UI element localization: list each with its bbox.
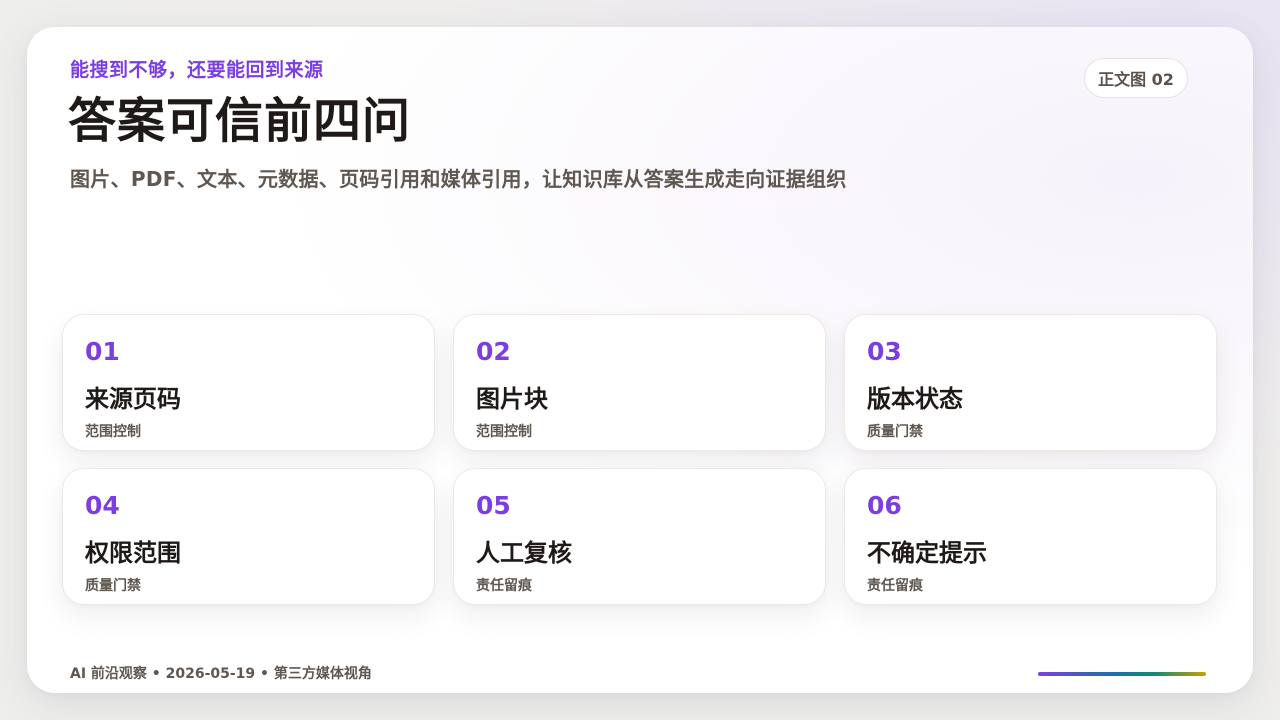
card-number: 03 [867,337,902,366]
question-card-06: 06 不确定提示 责任留痕 [844,468,1217,605]
card-title: 图片块 [476,385,548,413]
card-title: 权限范围 [85,539,181,567]
figure-badge: 正文图 02 [1084,58,1188,98]
card-tag: 范围控制 [476,424,532,440]
question-card-01: 01 来源页码 范围控制 [62,314,435,451]
card-title: 不确定提示 [867,539,987,567]
card-tag: 范围控制 [85,424,141,440]
footer-caption: AI 前沿观察 • 2026-05-19 • 第三方媒体视角 [70,666,372,682]
card-title: 来源页码 [85,385,181,413]
card-tag: 质量门禁 [867,424,923,440]
page-title: 答案可信前四问 [68,93,412,149]
question-card-02: 02 图片块 范围控制 [453,314,826,451]
question-card-03: 03 版本状态 质量门禁 [844,314,1217,451]
slide-card: 能搜到不够，还要能回到来源 答案可信前四问 图片、PDF、文本、元数据、页码引用… [27,27,1253,693]
card-number: 04 [85,491,120,520]
card-title: 人工复核 [476,539,572,567]
card-number: 05 [476,491,511,520]
question-grid: 01 来源页码 范围控制 02 图片块 范围控制 03 版本状态 质量门禁 04… [62,314,1217,606]
card-number: 02 [476,337,511,366]
question-card-04: 04 权限范围 质量门禁 [62,468,435,605]
card-title: 版本状态 [867,385,963,413]
card-tag: 质量门禁 [85,578,141,594]
card-number: 06 [867,491,902,520]
accent-gradient-bar [1038,672,1206,676]
kicker-text: 能搜到不够，还要能回到来源 [70,59,324,81]
page-subtitle: 图片、PDF、文本、元数据、页码引用和媒体引用，让知识库从答案生成走向证据组织 [70,167,847,191]
card-number: 01 [85,337,120,366]
card-tag: 责任留痕 [476,578,532,594]
question-card-05: 05 人工复核 责任留痕 [453,468,826,605]
page-background: 能搜到不够，还要能回到来源 答案可信前四问 图片、PDF、文本、元数据、页码引用… [0,0,1280,720]
card-tag: 责任留痕 [867,578,923,594]
